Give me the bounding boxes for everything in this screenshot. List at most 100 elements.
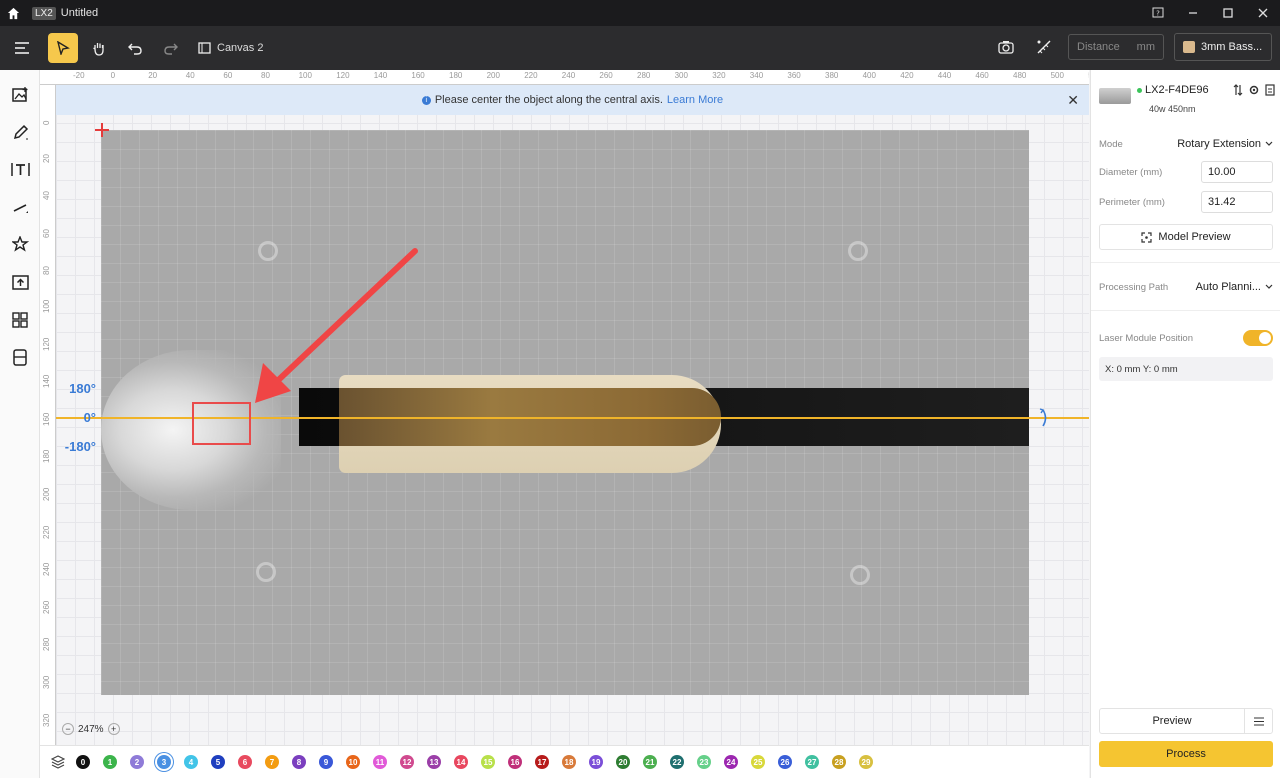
zoom-control: − 247% + (62, 723, 120, 735)
document-icon[interactable] (1265, 84, 1275, 99)
layer-color-18[interactable]: 18 (562, 755, 576, 769)
maximize-icon[interactable] (1210, 0, 1245, 26)
image-tool-icon[interactable] (0, 76, 40, 114)
layer-color-6[interactable]: 6 (238, 755, 252, 769)
ruler-tick-label: 280 (42, 638, 51, 652)
zoom-in-icon[interactable]: + (107, 723, 120, 735)
canvas-workspace[interactable]: 180° 0° -180° i Please center the object… (56, 85, 1089, 745)
ruler-tick-label: 160 (411, 71, 425, 80)
svg-text:?: ? (1156, 10, 1160, 18)
layer-color-28[interactable]: 28 (832, 755, 846, 769)
info-icon: i (421, 95, 431, 105)
process-button[interactable]: Process (1099, 741, 1273, 767)
layer-color-8[interactable]: 8 (292, 755, 306, 769)
ruler-tick-label: 60 (42, 228, 51, 238)
model-preview-label: Model Preview (1158, 231, 1231, 243)
layer-color-14[interactable]: 14 (454, 755, 468, 769)
highlight-box (192, 402, 251, 445)
measure-icon[interactable] (1030, 33, 1058, 61)
device-card[interactable]: LX2-F4DE96 40w 450nm (1099, 82, 1275, 116)
ruler-horizontal: -20 0 20 40 60 80 100 120 140 160 180 200 220 240 260 2… (40, 70, 1089, 85)
layer-color-22[interactable]: 22 (670, 755, 684, 769)
camera-icon[interactable] (992, 33, 1020, 61)
hand-tool-icon[interactable] (84, 33, 114, 63)
title-bar: LX2 Untitled ? (0, 0, 1280, 26)
laser-position-toggle[interactable] (1243, 330, 1273, 346)
model-preview-button[interactable]: Model Preview (1099, 224, 1273, 250)
select-tool-icon[interactable] (48, 33, 78, 63)
layer-color-10[interactable]: 10 (346, 755, 360, 769)
gear-icon[interactable] (1248, 84, 1260, 99)
layer-color-17[interactable]: 17 (535, 755, 549, 769)
pen-tool-icon[interactable] (0, 114, 40, 152)
layer-color-20[interactable]: 20 (616, 755, 630, 769)
layers-icon[interactable] (40, 755, 76, 769)
ruler-tick-label: 120 (42, 337, 51, 351)
upload-icon[interactable] (0, 264, 40, 302)
minimize-icon[interactable] (1175, 0, 1210, 26)
material-selector[interactable]: 3mm Bass... (1174, 33, 1272, 61)
layer-color-24[interactable]: 24 (724, 755, 738, 769)
grid-tool-icon[interactable] (0, 301, 40, 339)
banner-close-icon[interactable]: ✕ (1067, 92, 1079, 109)
layer-color-0[interactable]: 0 (76, 755, 90, 769)
help-icon[interactable]: ? (1140, 0, 1175, 26)
layer-color-26[interactable]: 26 (778, 755, 792, 769)
device-tool-icon[interactable] (0, 339, 40, 377)
divider (1091, 262, 1280, 263)
layer-color-16[interactable]: 16 (508, 755, 522, 769)
layer-color-9[interactable]: 9 (319, 755, 333, 769)
ruler-tick-label: 360 (787, 71, 801, 80)
shapes-tool-icon[interactable] (0, 226, 40, 264)
close-icon[interactable] (1245, 0, 1280, 26)
zoom-out-icon[interactable]: − (62, 723, 74, 735)
ruler-tick-label: 220 (524, 71, 538, 80)
left-tool-bar (0, 70, 40, 778)
menu-icon[interactable] (8, 33, 38, 63)
line-tool-icon[interactable] (0, 189, 40, 227)
distance-input[interactable]: Distance mm (1068, 34, 1164, 60)
info-banner: i Please center the object along the cen… (56, 85, 1089, 115)
diameter-input[interactable]: 10.00 (1201, 161, 1273, 183)
app-badge: LX2 (32, 6, 56, 20)
layer-color-25[interactable]: 25 (751, 755, 765, 769)
ruler-tick-label: 100 (298, 71, 312, 80)
ruler-tick-label: 0 (42, 120, 51, 125)
layer-color-2[interactable]: 2 (130, 755, 144, 769)
layer-color-11[interactable]: 11 (373, 755, 387, 769)
layer-color-23[interactable]: 23 (697, 755, 711, 769)
home-icon[interactable] (0, 0, 26, 26)
processing-path-select[interactable]: Auto Planni... (1196, 281, 1273, 293)
perimeter-input[interactable]: 31.42 (1201, 191, 1273, 213)
focus-icon (1141, 231, 1153, 243)
mode-select[interactable]: Rotary Extension (1177, 138, 1273, 150)
layer-color-5[interactable]: 5 (211, 755, 225, 769)
layer-color-27[interactable]: 27 (805, 755, 819, 769)
learn-more-link[interactable]: Learn More (667, 94, 723, 106)
chevron-down-icon (1265, 284, 1273, 289)
layer-color-15[interactable]: 15 (481, 755, 495, 769)
ruler-tick-label: 260 (599, 71, 613, 80)
undo-icon[interactable] (120, 33, 150, 63)
layer-color-3[interactable]: 3 (157, 755, 171, 769)
origin-marker (95, 123, 109, 137)
preview-button[interactable]: Preview (1100, 709, 1244, 733)
redo-icon[interactable] (156, 33, 186, 63)
degree-label-mid: 0° (83, 410, 96, 425)
layer-color-1[interactable]: 1 (103, 755, 117, 769)
swap-icon[interactable] (1233, 84, 1243, 99)
target-icon (850, 565, 870, 585)
layer-color-7[interactable]: 7 (265, 755, 279, 769)
layer-color-13[interactable]: 13 (427, 755, 441, 769)
preview-row: Preview (1099, 708, 1273, 734)
text-tool-icon[interactable] (0, 151, 40, 189)
rotate-handle-icon[interactable] (1036, 408, 1050, 431)
layer-color-12[interactable]: 12 (400, 755, 414, 769)
layer-color-29[interactable]: 29 (859, 755, 873, 769)
canvas-selector[interactable]: Canvas 2 (198, 42, 263, 54)
layer-color-19[interactable]: 19 (589, 755, 603, 769)
mode-value: Rotary Extension (1177, 138, 1261, 150)
layer-color-4[interactable]: 4 (184, 755, 198, 769)
preview-menu-icon[interactable] (1244, 709, 1272, 733)
layer-color-21[interactable]: 21 (643, 755, 657, 769)
